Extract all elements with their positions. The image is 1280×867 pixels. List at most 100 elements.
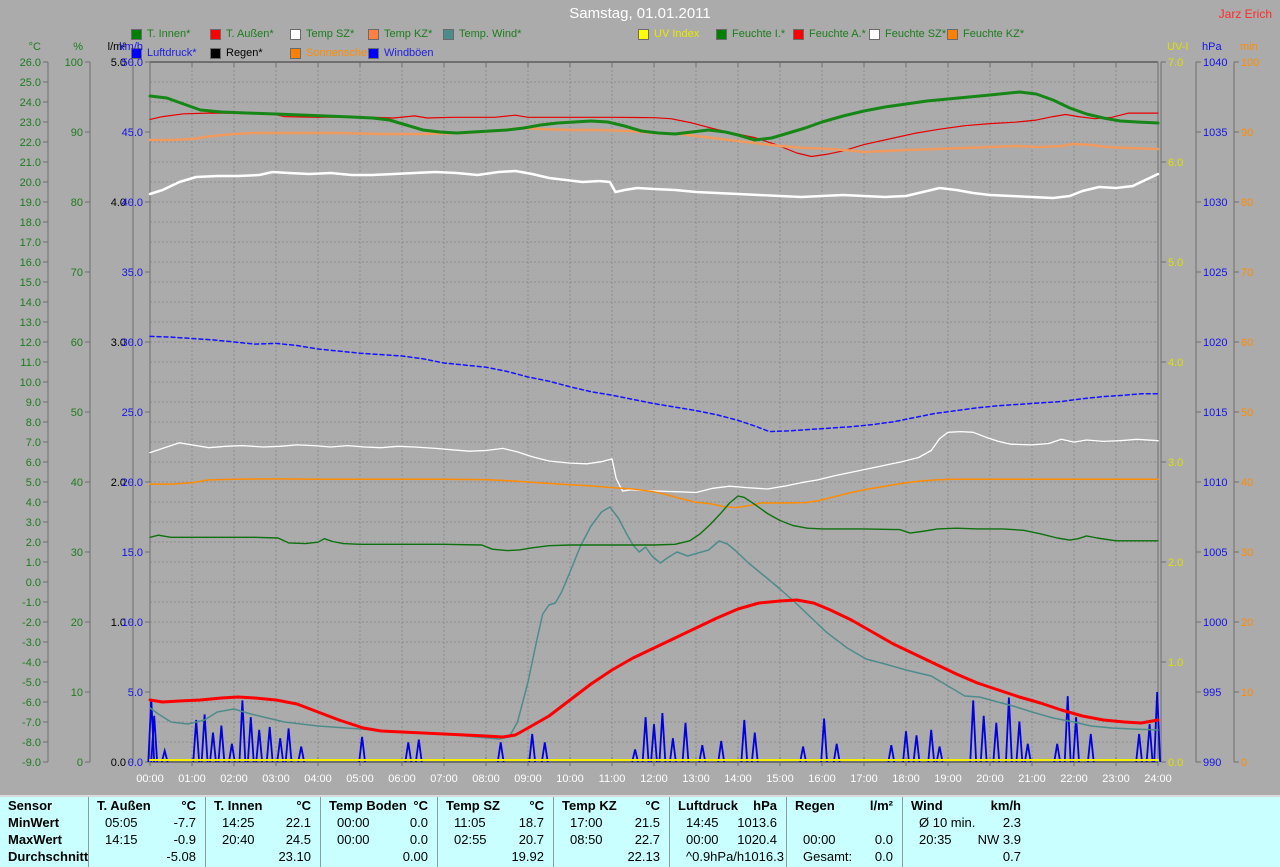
table-col-temp-sz: Temp SZ°C11:0518.702:5520.719.92	[437, 797, 554, 867]
axis-tick-label: 16.0	[20, 257, 41, 269]
axis-tick-label: 19.0	[20, 197, 41, 209]
cell-left: Gesamt:	[787, 848, 852, 865]
col-header: Temp Boden°C	[321, 797, 438, 814]
cell-right: NW 3.9	[978, 831, 1031, 848]
axis-tick-label: 35.0	[122, 267, 143, 279]
cell-right: 19.92	[511, 848, 554, 865]
axis-tick-label: 0.0	[128, 757, 143, 769]
axis-tick-label: -1.0	[22, 597, 41, 609]
cell-left	[787, 814, 803, 831]
axis-tick-label: 90	[71, 127, 83, 139]
x-tick-label: 01:00	[178, 773, 206, 785]
axis-tick-label: 90	[1241, 127, 1253, 139]
axis-tick-label: 20.0	[122, 477, 143, 489]
axis-tick-label: 6.0	[1168, 157, 1183, 169]
axis-tick-label: 1010	[1203, 477, 1227, 489]
cell-right: 0.0	[410, 831, 438, 848]
axis-tick-label: 2.0	[26, 537, 41, 549]
avg-row: 0.00	[321, 848, 438, 865]
max-row: 08:5022.7	[554, 831, 670, 848]
cell-left	[206, 848, 222, 865]
axis-header-c: °C	[29, 41, 41, 53]
col-header: Temp SZ °C	[438, 797, 554, 814]
cell-left: ^0.9hPa/h	[670, 848, 744, 865]
axis-tick-label: 60	[71, 337, 83, 349]
avg-row: Gesamt:0.0	[787, 848, 903, 865]
x-tick-label: 09:00	[514, 773, 542, 785]
x-tick-label: 20:00	[976, 773, 1004, 785]
x-tick-label: 14:00	[724, 773, 752, 785]
x-tick-label: 12:00	[640, 773, 668, 785]
table-col-temp-kz: Temp KZ°C17:0021.508:5022.722.13	[553, 797, 670, 867]
axis-tick-label: 0	[1241, 757, 1247, 769]
cell-right: -7.7	[174, 814, 206, 831]
col-header: Temp KZ°C	[554, 797, 670, 814]
row-label-maxwert: MaxWert	[0, 831, 88, 848]
axis-km-h: 50.045.040.035.030.025.020.015.010.05.00…	[119, 41, 150, 769]
grid-lines	[150, 62, 1158, 762]
x-tick-label: 03:00	[262, 773, 290, 785]
cell-right: 20.7	[519, 831, 554, 848]
axis-tick-label: 3.0	[1168, 457, 1183, 469]
axis-tick-label: 24.0	[20, 97, 41, 109]
axis-tick-label: -8.0	[22, 737, 41, 749]
wind-gust-spike	[1136, 734, 1142, 762]
wind-gust-spike	[659, 713, 665, 762]
stats-table: SensorMinWertMaxWertDurchschnittT. Außen…	[0, 795, 1280, 867]
x-tick-label: 07:00	[430, 773, 458, 785]
cell-left: 00:00	[321, 814, 370, 831]
cell-right: 23.10	[278, 848, 321, 865]
axis-tick-label: 20.0	[20, 177, 41, 189]
x-tick-label: 19:00	[934, 773, 962, 785]
max-row: 20:35NW 3.9	[903, 831, 1031, 848]
cell-left: 00:00	[321, 831, 370, 848]
axis-tick-label: 20	[1241, 617, 1253, 629]
min-row	[787, 814, 903, 831]
cell-left	[554, 848, 570, 865]
cell-left: Temp SZ	[438, 797, 500, 814]
axis-tick-label: 8.0	[26, 417, 41, 429]
x-tick-label: 11:00	[599, 773, 626, 785]
axis-tick-label: 23.0	[20, 117, 41, 129]
axis-tick-label: 1035	[1203, 127, 1227, 139]
avg-row: 0.7	[903, 848, 1031, 865]
cell-left: Wind	[903, 797, 943, 814]
axis-tick-label: 25.0	[20, 77, 41, 89]
x-tick-label: 22:00	[1060, 773, 1088, 785]
cell-left: 17:00	[554, 814, 603, 831]
x-tick-label: 02:00	[220, 773, 248, 785]
x-tick-label: 23:00	[1102, 773, 1130, 785]
axis-tick-label: 1020	[1203, 337, 1227, 349]
axis-tick-label: 60	[1241, 337, 1253, 349]
x-tick-label: 08:00	[472, 773, 500, 785]
min-row: 00:000.0	[321, 814, 438, 831]
axis-tick-label: 15.0	[122, 547, 143, 559]
wind-gust-spike	[993, 723, 999, 762]
wind-gust-spike	[643, 717, 649, 762]
cell-right: 0.00	[403, 848, 438, 865]
axis-tick-label: 5.0	[128, 687, 143, 699]
axis-header-uv-i: UV-I	[1167, 41, 1188, 53]
avg-row: 19.92	[438, 848, 554, 865]
cell-left: Luftdruck	[670, 797, 738, 814]
col-header: T. Innen°C	[206, 797, 321, 814]
cell-right: °C	[529, 797, 554, 814]
cell-left	[438, 848, 454, 865]
row-label-sensor: Sensor	[0, 797, 88, 814]
cell-right: 22.7	[635, 831, 670, 848]
axis-tick-label: 100	[1241, 57, 1259, 69]
x-tick-label: 24:00	[1144, 773, 1172, 785]
min-row: 17:0021.5	[554, 814, 670, 831]
col-header: T. Außen°C	[89, 797, 206, 814]
axis-tick-label: 50	[71, 407, 83, 419]
axis-tick-label: 40	[1241, 477, 1253, 489]
cell-right: °C	[296, 797, 321, 814]
axis-tick-label: 40.0	[122, 197, 143, 209]
axis-tick-label: -5.0	[22, 677, 41, 689]
cell-right: 1020.4	[737, 831, 787, 848]
cell-right: 2.3	[1003, 814, 1031, 831]
min-row: 14:451013.6	[670, 814, 787, 831]
wind-gust-spike	[218, 726, 224, 762]
axis-tick-label: 30	[71, 547, 83, 559]
axis-tick-label: 30	[1241, 547, 1253, 559]
